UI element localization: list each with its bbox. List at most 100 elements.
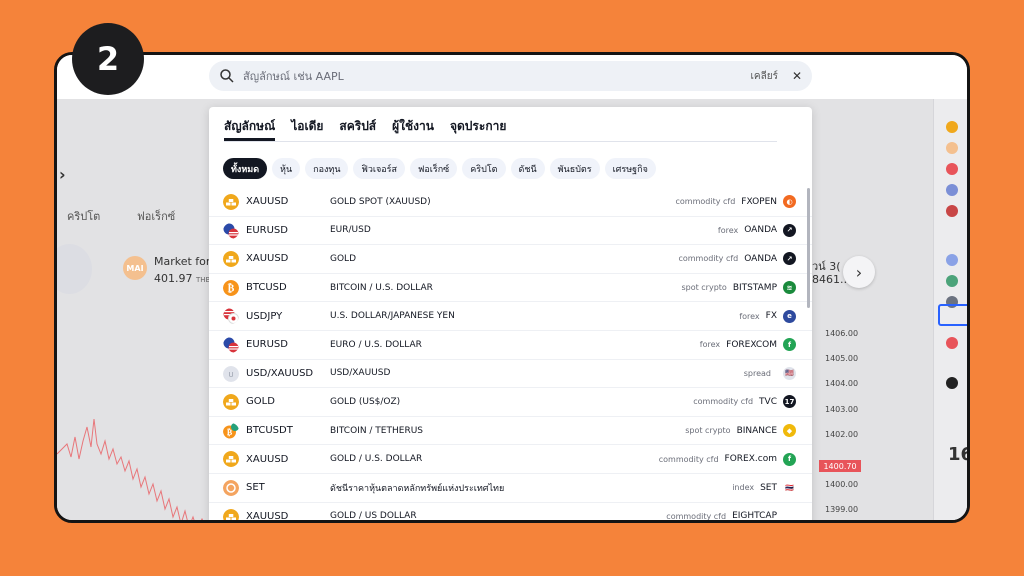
result-type: spread — [743, 368, 771, 378]
ticker-price-value: 401.97 — [154, 272, 193, 285]
exchange-logo-icon: e — [783, 309, 796, 323]
exchange-logo-icon: f — [783, 452, 796, 466]
close-icon[interactable]: ✕ — [792, 69, 802, 83]
chip-indices[interactable]: ดัชนี — [510, 158, 545, 179]
result-symbol: GOLD — [246, 396, 275, 408]
result-meta: commodity cfd TVC 17 — [693, 395, 796, 409]
result-row[interactable]: USDJPY U.S. DOLLAR/JAPANESE YEN forex FX e — [209, 302, 812, 331]
watchlist-icon[interactable] — [946, 163, 958, 175]
chip-bonds[interactable]: พันธบัตร — [549, 158, 600, 179]
chevron-right-icon[interactable]: › — [59, 165, 66, 184]
watchlist-panel: 16 — [933, 99, 967, 520]
result-row[interactable]: SET ดัชนีราคาหุ้นตลาดหลักทรัพย์แห่งประเทศ… — [209, 474, 812, 503]
watchlist-icon[interactable] — [946, 142, 958, 154]
chip-forex[interactable]: ฟอเร็กซ์ — [410, 158, 458, 179]
result-row[interactable]: EURUSD EUR/USD forex OANDA ↗ — [209, 217, 812, 246]
result-row[interactable]: U USD/XAUUSD USD/XAUUSD spread 🇺🇸 — [209, 360, 812, 389]
price-tick: 1405.00 — [825, 354, 859, 363]
result-symbol: BTCUSD — [246, 282, 287, 294]
search-icon — [219, 68, 235, 84]
result-type: commodity cfd — [666, 511, 727, 521]
result-exchange: FX — [765, 311, 777, 322]
watchlist-icon[interactable] — [946, 184, 958, 196]
result-type: commodity cfd — [678, 254, 739, 264]
result-exchange: EIGHTCAP — [732, 511, 777, 522]
chip-stocks[interactable]: หุ้น — [272, 158, 301, 179]
result-row[interactable]: XAUUSD GOLD SPOT (XAUUSD) commodity cfd FXO… — [209, 188, 812, 217]
category-tabs: สัญลักษณ์ ไอเดีย สคริปส์ ผู้ใช้งาน จุดปร… — [224, 117, 522, 141]
results-list: XAUUSD GOLD SPOT (XAUUSD) commodity cfd FXO… — [209, 188, 812, 522]
result-row[interactable]: ₿ BTCUSDT BITCOIN / TETHERUS spot crypto BIN… — [209, 417, 812, 446]
spread-icon: U — [223, 365, 239, 382]
panel-big-value: 16 — [948, 444, 967, 465]
exchange-logo-icon: 🇹🇭 — [783, 481, 796, 495]
result-meta: forex FOREXCOM f — [700, 338, 796, 352]
price-axis: 1406.00 1405.00 1404.00 1403.00 1402.00 … — [823, 321, 873, 520]
carousel-next-button[interactable]: › — [843, 256, 875, 288]
result-meta: spot crypto BITSTAMP ≋ — [681, 281, 796, 295]
svg-text:U: U — [228, 371, 233, 379]
chip-crypto[interactable]: คริปโต — [462, 158, 506, 179]
exchange-logo-icon: 🇺🇸 — [783, 366, 796, 380]
result-row[interactable]: XAUUSD GOLD / U.S. DOLLAR commodity cfd FOR… — [209, 445, 812, 474]
exchange-logo-icon: ◆ — [783, 424, 796, 438]
chip-all[interactable]: ทั้งหมด — [223, 158, 268, 179]
exchange-logo-icon: 8 — [783, 509, 796, 520]
watchlist-icon[interactable] — [946, 337, 958, 349]
scrollbar[interactable] — [807, 188, 810, 308]
result-description: EURO / U.S. DOLLAR — [330, 339, 422, 350]
exchange-logo-icon: 17 — [783, 395, 796, 409]
tab-ideas[interactable]: ไอเดีย — [291, 117, 323, 141]
bg-tab-crypto[interactable]: คริปโต — [67, 207, 100, 225]
price-tick: 1404.00 — [825, 379, 859, 388]
step-number-badge: 2 — [72, 23, 144, 95]
result-meta: commodity cfd FXOPEN ◐ — [675, 195, 796, 209]
result-symbol: USD/XAUUSD — [246, 367, 314, 379]
exchange-logo-icon: ◐ — [783, 195, 796, 209]
result-symbol: XAUUSD — [246, 510, 289, 522]
tab-symbols[interactable]: สัญลักษณ์ — [224, 117, 276, 141]
result-description: U.S. DOLLAR/JAPANESE YEN — [330, 311, 455, 322]
result-type: spot crypto — [681, 283, 727, 293]
search-box[interactable]: เคลียร์ ✕ — [209, 61, 812, 91]
chip-economy[interactable]: เศรษฐกิจ — [604, 158, 656, 179]
result-symbol: USDJPY — [246, 310, 283, 322]
chip-futures[interactable]: ฟิวเจอร์ส — [353, 158, 405, 179]
result-meta: commodity cfd EIGHTCAP 8 — [666, 509, 796, 522]
result-description: BITCOIN / U.S. DOLLAR — [330, 282, 433, 293]
tab-sparks[interactable]: จุดประกาย — [450, 117, 506, 141]
result-row[interactable]: XAUUSD GOLD commodity cfd OANDA ↗ — [209, 245, 812, 274]
watchlist-icon[interactable] — [946, 205, 958, 217]
bg-card-edge — [57, 244, 92, 294]
clear-button[interactable]: เคลียร์ — [750, 69, 777, 84]
result-type: commodity cfd — [675, 197, 736, 207]
tab-users[interactable]: ผู้ใช้งาน — [392, 117, 434, 141]
eu-us-flags-icon — [223, 223, 239, 239]
result-type: commodity cfd — [693, 397, 754, 407]
result-symbol: EURUSD — [246, 339, 288, 351]
chip-funds[interactable]: กองทุน — [305, 158, 349, 179]
result-meta: commodity cfd OANDA ↗ — [678, 252, 796, 266]
watchlist-icon[interactable] — [946, 275, 958, 287]
result-description: BITCOIN / TETHERUS — [330, 425, 423, 436]
tab-scripts[interactable]: สคริปส์ — [339, 117, 376, 141]
result-row[interactable]: EURUSD EURO / U.S. DOLLAR forex FOREXCOM f — [209, 331, 812, 360]
search-input[interactable] — [243, 69, 751, 83]
search-results-dropdown: สัญลักษณ์ ไอเดีย สคริปส์ ผู้ใช้งาน จุดปร… — [209, 107, 812, 522]
result-exchange: FOREX.com — [724, 454, 777, 465]
bitcoin-tether-icon: ₿ — [223, 422, 239, 439]
result-exchange: FOREXCOM — [726, 339, 777, 350]
result-description: EUR/USD — [330, 225, 371, 236]
result-exchange: SET — [760, 482, 777, 493]
result-row[interactable]: GOLD GOLD (US$/OZ) commodity cfd TVC 17 — [209, 388, 812, 417]
bg-tab-forex[interactable]: ฟอเร็กซ์ — [137, 207, 175, 225]
watchlist-icon[interactable] — [946, 254, 958, 266]
result-row[interactable]: ₿ BTCUSD BITCOIN / U.S. DOLLAR spot crypto B… — [209, 274, 812, 303]
watchlist-selected-row[interactable] — [938, 304, 967, 326]
result-symbol: XAUUSD — [246, 196, 289, 208]
watchlist-icon[interactable] — [946, 121, 958, 133]
result-description: GOLD — [330, 253, 357, 264]
result-row[interactable]: XAUUSD GOLD / US DOLLAR commodity cfd EIGHT… — [209, 503, 812, 522]
divider — [224, 141, 777, 142]
search-bar-area: เคลียร์ ✕ — [57, 55, 967, 99]
